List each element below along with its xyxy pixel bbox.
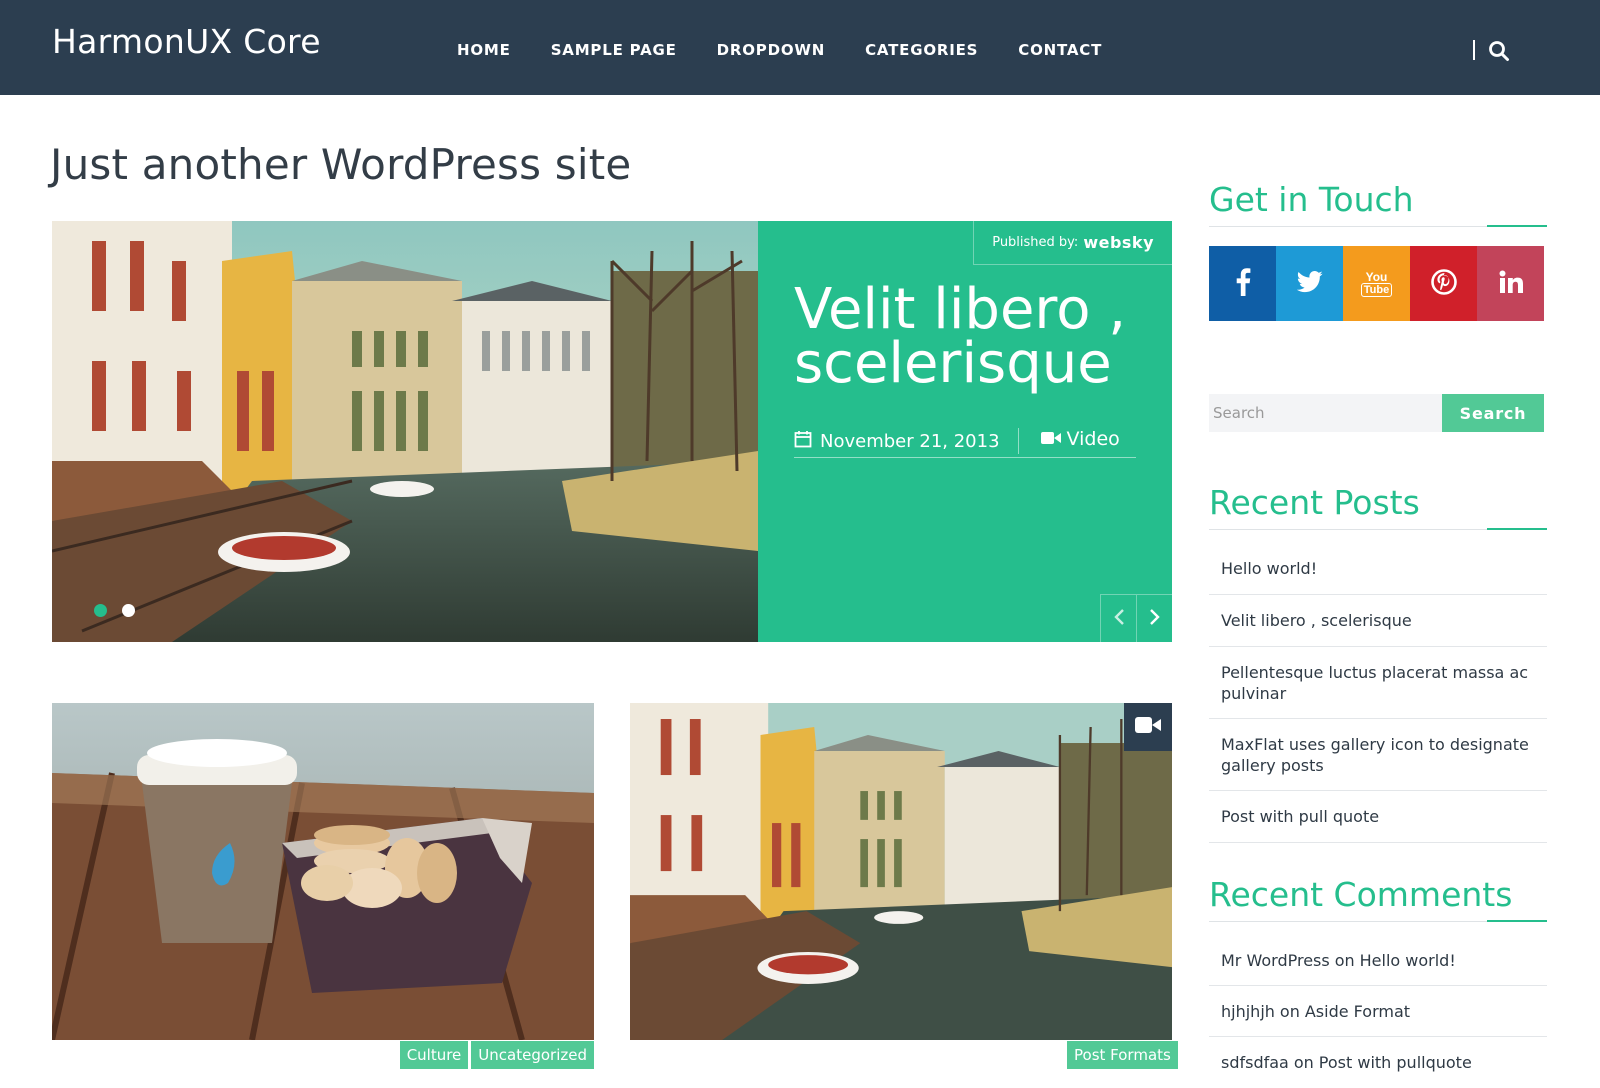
comment-on-label: on bbox=[1279, 1001, 1300, 1021]
site-tagline: Just another WordPress site bbox=[50, 140, 632, 189]
slider-dot-1[interactable] bbox=[94, 604, 107, 617]
canal-photo-thumbnail bbox=[630, 703, 1172, 1040]
recent-post-link[interactable]: Hello world! bbox=[1221, 558, 1317, 579]
search-icon[interactable] bbox=[1488, 40, 1510, 62]
sidebar-search-form: Search bbox=[1209, 394, 1544, 432]
recent-posts-list: Hello world! Velit libero , scelerisque … bbox=[1209, 543, 1547, 843]
top-navigation-bar: HarmonUX Core HOME SAMPLE PAGE DROPDOWN … bbox=[0, 0, 1600, 95]
recent-posts-title: Recent Posts bbox=[1209, 483, 1420, 522]
comment-author: hjhjhjh bbox=[1221, 1001, 1275, 1021]
site-title[interactable]: HarmonUX Core bbox=[52, 22, 321, 61]
published-by: Published by: websky bbox=[973, 221, 1172, 265]
comment-post-link[interactable]: Hello world! bbox=[1360, 950, 1456, 971]
slider-dot-2[interactable] bbox=[122, 604, 135, 617]
recent-comments-list: Mr WordPress on Hello world! hjhjhjh on … bbox=[1209, 935, 1547, 1088]
comment-post-link[interactable]: Aside Format bbox=[1305, 1001, 1410, 1022]
youtube-button[interactable]: You Tube bbox=[1343, 246, 1410, 321]
widget-title-underline bbox=[1209, 528, 1547, 530]
linkedin-button[interactable] bbox=[1477, 246, 1544, 321]
nav-sample-page[interactable]: SAMPLE PAGE bbox=[551, 41, 677, 59]
category-tag-post-formats[interactable]: Post Formats bbox=[1067, 1041, 1178, 1069]
nav-categories[interactable]: CATEGORIES bbox=[865, 41, 978, 59]
video-camera-icon bbox=[1135, 716, 1161, 738]
calendar-icon bbox=[794, 430, 812, 453]
category-tag-uncategorized[interactable]: Uncategorized bbox=[471, 1041, 594, 1069]
slider-next-button[interactable] bbox=[1136, 594, 1172, 642]
post-card-coffee[interactable] bbox=[52, 703, 594, 1040]
slider-pagination bbox=[94, 604, 135, 617]
pinterest-button[interactable] bbox=[1410, 246, 1477, 321]
nav-contact[interactable]: CONTACT bbox=[1018, 41, 1102, 59]
nav-divider bbox=[1473, 40, 1475, 60]
slider-prev-button[interactable] bbox=[1100, 594, 1136, 642]
recent-post-link[interactable]: Velit libero , scelerisque bbox=[1221, 610, 1412, 631]
post-date: November 21, 2013 bbox=[794, 428, 1019, 454]
featured-post-title[interactable]: Velit libero , scelerisque bbox=[794, 282, 1154, 392]
chevron-right-icon bbox=[1149, 608, 1161, 630]
pinterest-icon bbox=[1430, 268, 1457, 299]
recent-post-link[interactable]: MaxFlat uses gallery icon to designate g… bbox=[1221, 734, 1547, 776]
list-item: hjhjhjh on Aside Format bbox=[1209, 986, 1547, 1037]
linkedin-icon bbox=[1499, 270, 1523, 298]
main-menu: HOME SAMPLE PAGE DROPDOWN CATEGORIES CON… bbox=[457, 41, 1102, 59]
published-by-label: Published by: bbox=[992, 235, 1079, 250]
facebook-button[interactable] bbox=[1209, 246, 1276, 321]
post-format: Video bbox=[1019, 428, 1120, 450]
list-item: Hello world! bbox=[1209, 543, 1547, 595]
comment-author: sdfsdfaa bbox=[1221, 1053, 1289, 1072]
recent-comments-title: Recent Comments bbox=[1209, 875, 1513, 914]
canal-photo[interactable] bbox=[52, 221, 758, 642]
post-date-text[interactable]: November 21, 2013 bbox=[820, 431, 1000, 452]
search-button[interactable]: Search bbox=[1442, 394, 1544, 432]
post-card-coffee-categories: Culture Uncategorized bbox=[399, 1041, 594, 1069]
comment-on-label: on bbox=[1293, 1053, 1314, 1072]
twitter-icon bbox=[1296, 270, 1323, 297]
nav-dropdown[interactable]: DROPDOWN bbox=[717, 41, 825, 59]
post-card-canal-categories: Post Formats bbox=[1067, 1041, 1178, 1069]
comment-post-link[interactable]: Post with pullquote bbox=[1319, 1052, 1472, 1073]
widget-title-underline bbox=[1209, 225, 1547, 227]
coffee-macarons-photo bbox=[52, 703, 594, 1040]
featured-post-meta: November 21, 2013 Video bbox=[794, 428, 1136, 458]
chevron-left-icon bbox=[1113, 608, 1125, 630]
featured-post-panel: Published by: websky Velit libero , scel… bbox=[758, 221, 1172, 642]
facebook-icon bbox=[1235, 267, 1251, 300]
comment-author: Mr WordPress bbox=[1221, 950, 1330, 970]
twitter-button[interactable] bbox=[1276, 246, 1343, 321]
published-by-author[interactable]: websky bbox=[1083, 233, 1154, 252]
post-format-text[interactable]: Video bbox=[1067, 428, 1120, 450]
get-in-touch-title: Get in Touch bbox=[1209, 180, 1414, 219]
social-links: You Tube bbox=[1209, 246, 1544, 321]
youtube-icon: You Tube bbox=[1360, 271, 1393, 297]
post-card-canal[interactable] bbox=[630, 703, 1172, 1040]
recent-post-link[interactable]: Post with pull quote bbox=[1221, 806, 1379, 827]
search-input[interactable] bbox=[1209, 394, 1442, 432]
list-item: Velit libero , scelerisque bbox=[1209, 595, 1547, 647]
widget-title-underline bbox=[1209, 920, 1547, 922]
recent-post-link[interactable]: Pellentesque luctus placerat massa ac pu… bbox=[1221, 662, 1547, 704]
list-item: Pellentesque luctus placerat massa ac pu… bbox=[1209, 647, 1547, 719]
list-item: sdfsdfaa on Post with pullquote bbox=[1209, 1037, 1547, 1088]
list-item: Mr WordPress on Hello world! bbox=[1209, 935, 1547, 986]
list-item: Post with pull quote bbox=[1209, 791, 1547, 843]
featured-slider: Published by: websky Velit libero , scel… bbox=[52, 221, 1172, 642]
nav-home[interactable]: HOME bbox=[457, 41, 511, 59]
post-format-badge[interactable] bbox=[1124, 703, 1172, 751]
category-tag-culture[interactable]: Culture bbox=[399, 1041, 469, 1069]
slider-arrows bbox=[1100, 594, 1172, 642]
comment-on-label: on bbox=[1334, 950, 1355, 970]
list-item: MaxFlat uses gallery icon to designate g… bbox=[1209, 719, 1547, 791]
video-camera-icon bbox=[1040, 428, 1061, 450]
